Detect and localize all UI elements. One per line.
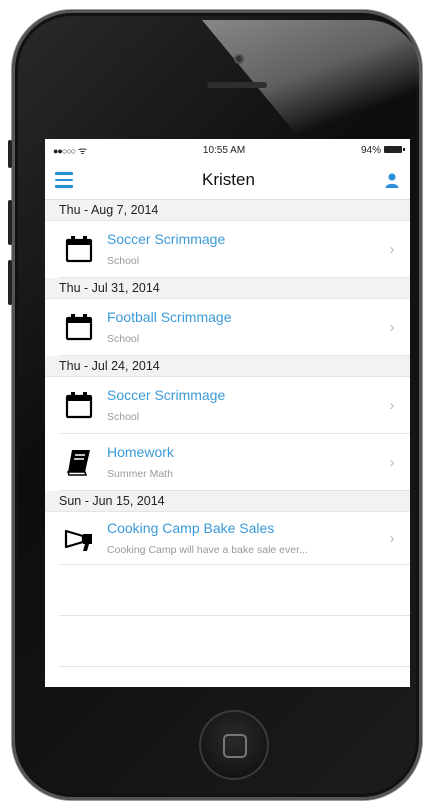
megaphone-icon — [59, 522, 99, 554]
battery-icon — [383, 146, 405, 154]
status-bar: ●●○○○ ᯤ 10:55 AM 94% — [45, 139, 410, 161]
mute-switch — [8, 140, 12, 168]
empty-row — [59, 565, 410, 616]
wifi-icon: ᯤ — [77, 146, 88, 157]
hamburger-icon[interactable] — [55, 172, 73, 188]
event-subtitle: Summer Math — [107, 468, 173, 480]
person-icon[interactable] — [384, 172, 400, 188]
section-header: Thu - Jul 24, 2014 — [45, 356, 410, 377]
event-row[interactable]: Soccer Scrimmage School › — [59, 221, 410, 278]
event-subtitle: School — [107, 333, 140, 345]
section-header: Sun - Jun 15, 2014 — [45, 491, 410, 512]
event-list: Thu - Aug 7, 2014 Soccer Scrimmage School ›… — [45, 200, 410, 565]
earpiece-speaker — [207, 82, 267, 88]
event-subtitle: School — [107, 255, 140, 267]
event-title: Soccer Scrimmage — [107, 387, 226, 403]
signal-indicator: ●●○○○ — [53, 146, 76, 156]
glare — [202, 20, 422, 140]
event-row[interactable]: Cooking Camp Bake Sales Cooking Camp will… — [59, 512, 410, 565]
event-row[interactable]: Homework Summer Math › — [59, 434, 410, 491]
event-title: Homework — [107, 444, 174, 460]
book-icon — [59, 446, 99, 478]
nav-bar: Kristen — [45, 161, 410, 200]
event-subtitle: Cooking Camp will have a bake sale ever.… — [107, 544, 308, 556]
empty-row — [59, 616, 410, 667]
calendar-icon — [59, 389, 99, 421]
battery-percent: 94% — [360, 144, 381, 156]
event-title: Cooking Camp Bake Sales — [107, 520, 275, 536]
section-header: Thu - Jul 31, 2014 — [45, 278, 410, 299]
volume-down-button — [8, 260, 12, 305]
volume-up-button — [8, 200, 12, 245]
nav-title: Kristen — [202, 170, 255, 189]
calendar-icon — [59, 233, 99, 265]
app-screen: ●●○○○ ᯤ 10:55 AM 94% Kristen Thu - Aug 7… — [45, 139, 410, 687]
event-row[interactable]: Soccer Scrimmage School › — [59, 377, 410, 434]
status-time: 10:55 AM — [202, 144, 246, 156]
chevron-right-icon: › — [389, 529, 395, 547]
event-subtitle: School — [107, 411, 140, 423]
home-button[interactable] — [199, 710, 269, 780]
event-title: Football Scrimmage — [107, 309, 232, 325]
event-title: Soccer Scrimmage — [107, 231, 226, 247]
calendar-icon — [59, 311, 99, 343]
event-row[interactable]: Football Scrimmage School › — [59, 299, 410, 356]
front-camera — [234, 54, 244, 64]
chevron-right-icon: › — [389, 240, 395, 258]
chevron-right-icon: › — [389, 453, 395, 471]
section-header: Thu - Aug 7, 2014 — [45, 200, 410, 221]
chevron-right-icon: › — [389, 396, 395, 414]
chevron-right-icon: › — [389, 318, 395, 336]
